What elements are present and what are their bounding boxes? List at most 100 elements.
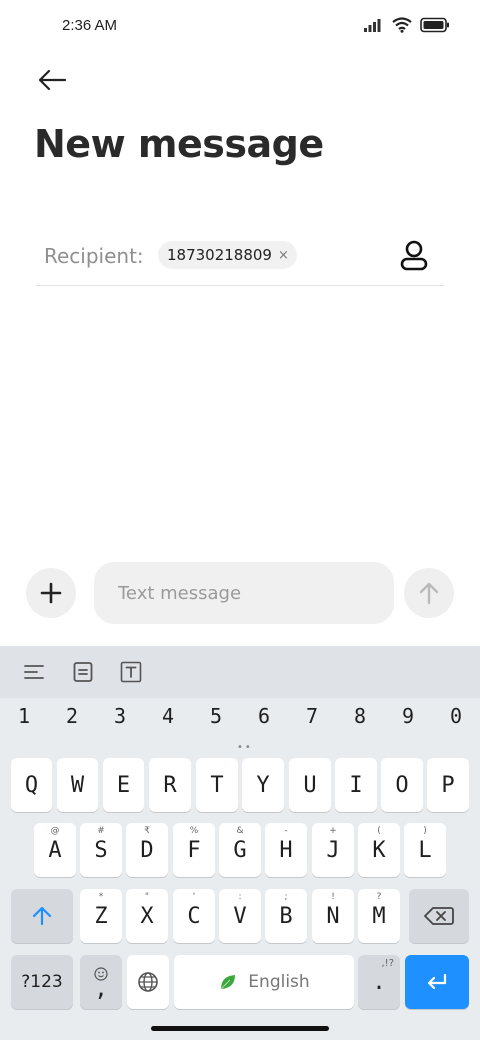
key-2[interactable]: 2	[48, 704, 96, 738]
wifi-icon	[392, 17, 412, 33]
text-format-icon[interactable]	[119, 660, 143, 684]
key-x-sub: "	[144, 892, 150, 902]
key-7[interactable]: 7	[288, 704, 336, 738]
enter-icon	[427, 973, 447, 990]
key-g-label: G	[233, 837, 247, 863]
home-indicator[interactable]	[151, 1026, 329, 1031]
key-j-label: J	[326, 837, 340, 863]
key-k-sub: (	[377, 826, 381, 836]
key-6[interactable]: 6	[240, 704, 288, 738]
key-h-sub: -	[284, 826, 288, 836]
key-j[interactable]: + J	[312, 823, 354, 877]
arrow-up-icon	[419, 582, 439, 605]
key-o[interactable]: O	[381, 758, 423, 812]
key-z-label: Z	[94, 903, 108, 929]
number-row: 1 2 3 4 5 6 7 8 9 0	[0, 704, 480, 738]
enter-key[interactable]	[405, 955, 469, 1009]
key-a-sub: @	[50, 826, 60, 836]
back-button[interactable]	[34, 64, 70, 96]
arrow-left-icon	[38, 69, 67, 91]
key-l-sub: )	[423, 826, 427, 836]
key-a[interactable]: @ A	[34, 823, 76, 877]
symbols-key[interactable]: ?123	[11, 955, 73, 1009]
key-k-label: K	[372, 837, 386, 863]
key-i[interactable]: I	[335, 758, 377, 812]
key-d-label: D	[140, 837, 154, 863]
space-key[interactable]: English	[174, 955, 354, 1009]
period-key[interactable]: ,!? .	[358, 955, 400, 1009]
shift-key[interactable]	[11, 889, 73, 943]
backspace-key[interactable]	[409, 889, 469, 943]
page-title: New message	[34, 122, 324, 166]
key-z-sub: *	[98, 892, 104, 902]
key-m-label: M	[372, 903, 386, 929]
key-d[interactable]: ₹ D	[126, 823, 168, 877]
keyboard-toolbar	[0, 646, 480, 698]
key-u[interactable]: U	[289, 758, 331, 812]
key-8[interactable]: 8	[336, 704, 384, 738]
key-k[interactable]: (K	[358, 823, 400, 877]
key-b[interactable]: ; B	[265, 889, 307, 943]
key-l[interactable]: ) L	[404, 823, 446, 877]
language-key[interactable]	[127, 955, 169, 1009]
key-x[interactable]: " X	[126, 889, 168, 943]
key-n[interactable]: ! N	[312, 889, 354, 943]
key-0[interactable]: 0	[432, 704, 480, 738]
key-c-label: C	[187, 903, 201, 929]
message-input[interactable]	[94, 562, 394, 624]
signal-icon	[364, 19, 381, 32]
key-r[interactable]: R	[149, 758, 191, 812]
attach-button[interactable]	[26, 568, 76, 618]
key-t[interactable]: T	[196, 758, 238, 812]
recipient-label: Recipient:	[44, 244, 144, 268]
space-key-label: English	[248, 972, 310, 992]
text-align-icon[interactable]	[22, 660, 46, 684]
key-3[interactable]: 3	[96, 704, 144, 738]
add-contact-button[interactable]	[398, 238, 430, 272]
send-button[interactable]	[404, 568, 454, 618]
key-s[interactable]: # S	[80, 823, 122, 877]
plus-icon	[40, 582, 62, 604]
key-f-sub: %	[189, 826, 199, 836]
key-g[interactable]: & G	[219, 823, 261, 877]
key-w[interactable]: W	[57, 758, 98, 812]
key-l-label: L	[418, 837, 432, 863]
key-f-label: F	[187, 837, 201, 863]
emoji-comma-key[interactable]: ,	[80, 955, 122, 1009]
key-m[interactable]: ? M	[358, 889, 400, 943]
recipient-chip[interactable]: 18730218809 ×	[158, 241, 297, 269]
backspace-icon	[424, 907, 454, 925]
key-q[interactable]: Q	[11, 758, 52, 812]
key-f[interactable]: % F	[173, 823, 215, 877]
clipboard-icon[interactable]	[71, 660, 95, 684]
shift-arrow-icon	[32, 906, 52, 926]
key-p[interactable]: P	[427, 758, 469, 812]
key-5[interactable]: 5	[192, 704, 240, 738]
key-e[interactable]: E	[103, 758, 144, 812]
key-h[interactable]: -H	[265, 823, 307, 877]
key-j-sub: +	[329, 826, 337, 836]
key-v-label: V	[233, 903, 247, 929]
key-m-sub: ?	[376, 892, 382, 902]
key-1[interactable]: 1	[0, 704, 48, 738]
period-label: .	[372, 969, 386, 995]
key-4[interactable]: 4	[144, 704, 192, 738]
key-c[interactable]: ' C	[173, 889, 215, 943]
recipient-chip-value: 18730218809	[167, 246, 272, 264]
key-z[interactable]: * Z	[80, 889, 122, 943]
key-y[interactable]: Y	[242, 758, 284, 812]
key-9[interactable]: 9	[384, 704, 432, 738]
battery-icon	[420, 17, 449, 33]
status-bar: 2:36 AM	[0, 0, 480, 52]
comma-label: ,	[94, 977, 108, 1002]
key-d-sub: ₹	[144, 826, 150, 836]
status-time: 2:36 AM	[62, 17, 118, 34]
key-g-sub: &	[236, 826, 244, 836]
key-h-label: H	[279, 837, 293, 863]
key-v[interactable]: :V	[219, 889, 261, 943]
key-c-sub: '	[192, 892, 196, 902]
chip-remove-icon[interactable]: ×	[278, 248, 289, 263]
status-icons	[364, 17, 450, 33]
key-b-sub: ;	[284, 892, 288, 902]
key-v-sub: :	[238, 892, 242, 902]
